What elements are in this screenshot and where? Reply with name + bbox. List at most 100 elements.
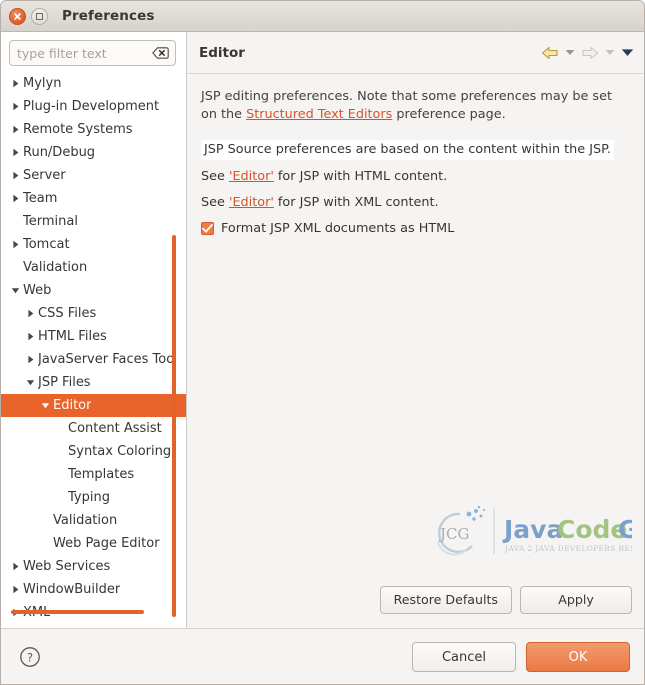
tree-collapsed-triangle-icon[interactable]	[7, 95, 23, 118]
tree-item-label: HTML Files	[38, 329, 107, 344]
xml-editor-link[interactable]: 'Editor'	[229, 195, 274, 210]
close-icon[interactable]	[9, 7, 26, 25]
xml-line-after: for JSP with XML content.	[273, 195, 439, 210]
tree-item-label: Web	[23, 283, 52, 298]
tree-item-label: Validation	[53, 513, 118, 528]
svg-text:JAVA 2 JAVA DEVELOPERS RESOURC: JAVA 2 JAVA DEVELOPERS RESOURCE CENTER	[504, 544, 632, 553]
dialog-button-row: Cancel OK	[412, 642, 630, 672]
tree-item-label: Mylyn	[23, 76, 62, 91]
tree-collapsed-triangle-icon[interactable]	[22, 302, 38, 325]
tree-item-label: Typing	[68, 490, 110, 505]
preferences-sidebar: type filter text Mylyn Plug-in Developmen…	[1, 32, 187, 628]
tree-item[interactable]: Web	[1, 279, 186, 302]
tree-item[interactable]: Mylyn	[1, 72, 186, 95]
tree-item-label: Content Assist	[68, 421, 162, 436]
preference-page: Editor JSP editing preferences. Note tha…	[187, 32, 644, 628]
html-line-after: for JSP with HTML content.	[273, 169, 448, 184]
preferences-tree[interactable]: Mylyn Plug-in Development Remote Systems Ru…	[1, 72, 186, 628]
forward-menu-chevron-down-icon[interactable]	[605, 49, 615, 56]
tree-item[interactable]: CSS Files	[1, 302, 186, 325]
page-button-row: Restore Defaults Apply	[379, 586, 632, 614]
tree-item[interactable]: Editor	[1, 394, 186, 417]
tree-item[interactable]: HTML Files	[1, 325, 186, 348]
tree-item-label: Server	[23, 168, 66, 183]
tree-item[interactable]: JSP Files	[1, 371, 186, 394]
format-jsp-xml-checkbox-row[interactable]: Format JSP XML documents as HTML	[201, 221, 630, 236]
svg-text:Code: Code	[557, 515, 627, 544]
tree-item-label: JSP Files	[38, 375, 91, 390]
tree-item[interactable]: Remote Systems	[1, 118, 186, 141]
tree-twisty-spacer	[7, 256, 23, 279]
tree-item[interactable]: Templates	[1, 463, 186, 486]
tree-item[interactable]: WindowBuilder	[1, 578, 186, 601]
tree-collapsed-triangle-icon[interactable]	[7, 233, 23, 256]
tree-item-label: Syntax Coloring	[68, 444, 172, 459]
html-editor-link[interactable]: 'Editor'	[229, 169, 274, 184]
tree-collapsed-triangle-icon[interactable]	[7, 118, 23, 141]
tree-twisty-spacer	[52, 486, 68, 509]
apply-button[interactable]: Apply	[520, 586, 632, 614]
tree-item[interactable]: Run/Debug	[1, 141, 186, 164]
svg-text:Geeks: Geeks	[618, 515, 632, 544]
restore-defaults-button[interactable]: Restore Defaults	[379, 586, 512, 614]
back-menu-chevron-down-icon[interactable]	[565, 49, 575, 56]
page-header: Editor	[187, 32, 644, 74]
svg-text:?: ?	[27, 650, 33, 664]
tree-item-label: WindowBuilder	[23, 582, 121, 597]
tree-item-label: Web Page Editor	[53, 536, 160, 551]
dialog-footer: ? Cancel OK	[1, 628, 644, 684]
tree-item[interactable]: Web Page Editor	[1, 532, 186, 555]
ok-button[interactable]: OK	[526, 642, 630, 672]
tree-item[interactable]: Validation	[1, 509, 186, 532]
tree-twisty-spacer	[37, 509, 53, 532]
maximize-icon[interactable]	[31, 7, 48, 25]
format-jsp-xml-checkbox[interactable]	[201, 222, 214, 235]
tree-item[interactable]: Tomcat	[1, 233, 186, 256]
tree-collapsed-triangle-icon[interactable]	[22, 348, 38, 371]
tree-item[interactable]: Typing	[1, 486, 186, 509]
tree-item[interactable]: Plug-in Development	[1, 95, 186, 118]
tree-expanded-triangle-icon[interactable]	[22, 371, 38, 394]
help-icon[interactable]: ?	[19, 646, 41, 668]
tree-item[interactable]: Server	[1, 164, 186, 187]
page-menu-chevron-down-icon[interactable]	[621, 48, 634, 57]
tree-twisty-spacer	[52, 463, 68, 486]
tree-collapsed-triangle-icon[interactable]	[7, 555, 23, 578]
tree-collapsed-triangle-icon[interactable]	[22, 325, 38, 348]
clear-icon[interactable]	[151, 47, 169, 60]
tree-twisty-spacer	[52, 417, 68, 440]
tree-collapsed-triangle-icon[interactable]	[7, 141, 23, 164]
tree-item[interactable]: Syntax Coloring	[1, 440, 186, 463]
tree-item[interactable]: Team	[1, 187, 186, 210]
tree-item-label: Templates	[68, 467, 135, 482]
tree-item-label: JavaServer Faces Too	[38, 352, 175, 367]
svg-text:Java: Java	[502, 515, 563, 544]
tree-item[interactable]: Content Assist	[1, 417, 186, 440]
structured-text-editors-link[interactable]: Structured Text Editors	[246, 107, 392, 122]
forward-arrow-icon[interactable]	[581, 45, 599, 61]
tree-item[interactable]: Validation	[1, 256, 186, 279]
tree-collapsed-triangle-icon[interactable]	[7, 578, 23, 601]
tree-item-label: Web Services	[23, 559, 111, 574]
tree-item[interactable]: Web Services	[1, 555, 186, 578]
back-arrow-icon[interactable]	[541, 45, 559, 61]
tree-item[interactable]: JavaServer Faces Too	[1, 348, 186, 371]
tree-horizontal-scrollbar[interactable]	[11, 610, 144, 614]
tree-collapsed-triangle-icon[interactable]	[7, 164, 23, 187]
svg-text:JCG: JCG	[438, 525, 469, 543]
tree-item-label: CSS Files	[38, 306, 97, 321]
tree-twisty-spacer	[7, 210, 23, 233]
filter-field[interactable]: type filter text	[9, 40, 176, 66]
preferences-dialog: Preferences type filter text Mylyn Plug-i…	[0, 0, 645, 685]
tree-item[interactable]: Terminal	[1, 210, 186, 233]
tree-item-label: Terminal	[23, 214, 78, 229]
tree-collapsed-triangle-icon[interactable]	[7, 72, 23, 95]
tree-expanded-triangle-icon[interactable]	[7, 279, 23, 302]
intro-paragraph: JSP editing preferences. Note that some …	[201, 88, 630, 124]
window-title: Preferences	[62, 8, 155, 24]
tree-collapsed-triangle-icon[interactable]	[7, 187, 23, 210]
format-jsp-xml-label: Format JSP XML documents as HTML	[221, 221, 455, 236]
tree-expanded-triangle-icon[interactable]	[37, 394, 53, 417]
tree-vertical-scrollbar[interactable]	[172, 235, 176, 617]
cancel-button[interactable]: Cancel	[412, 642, 516, 672]
